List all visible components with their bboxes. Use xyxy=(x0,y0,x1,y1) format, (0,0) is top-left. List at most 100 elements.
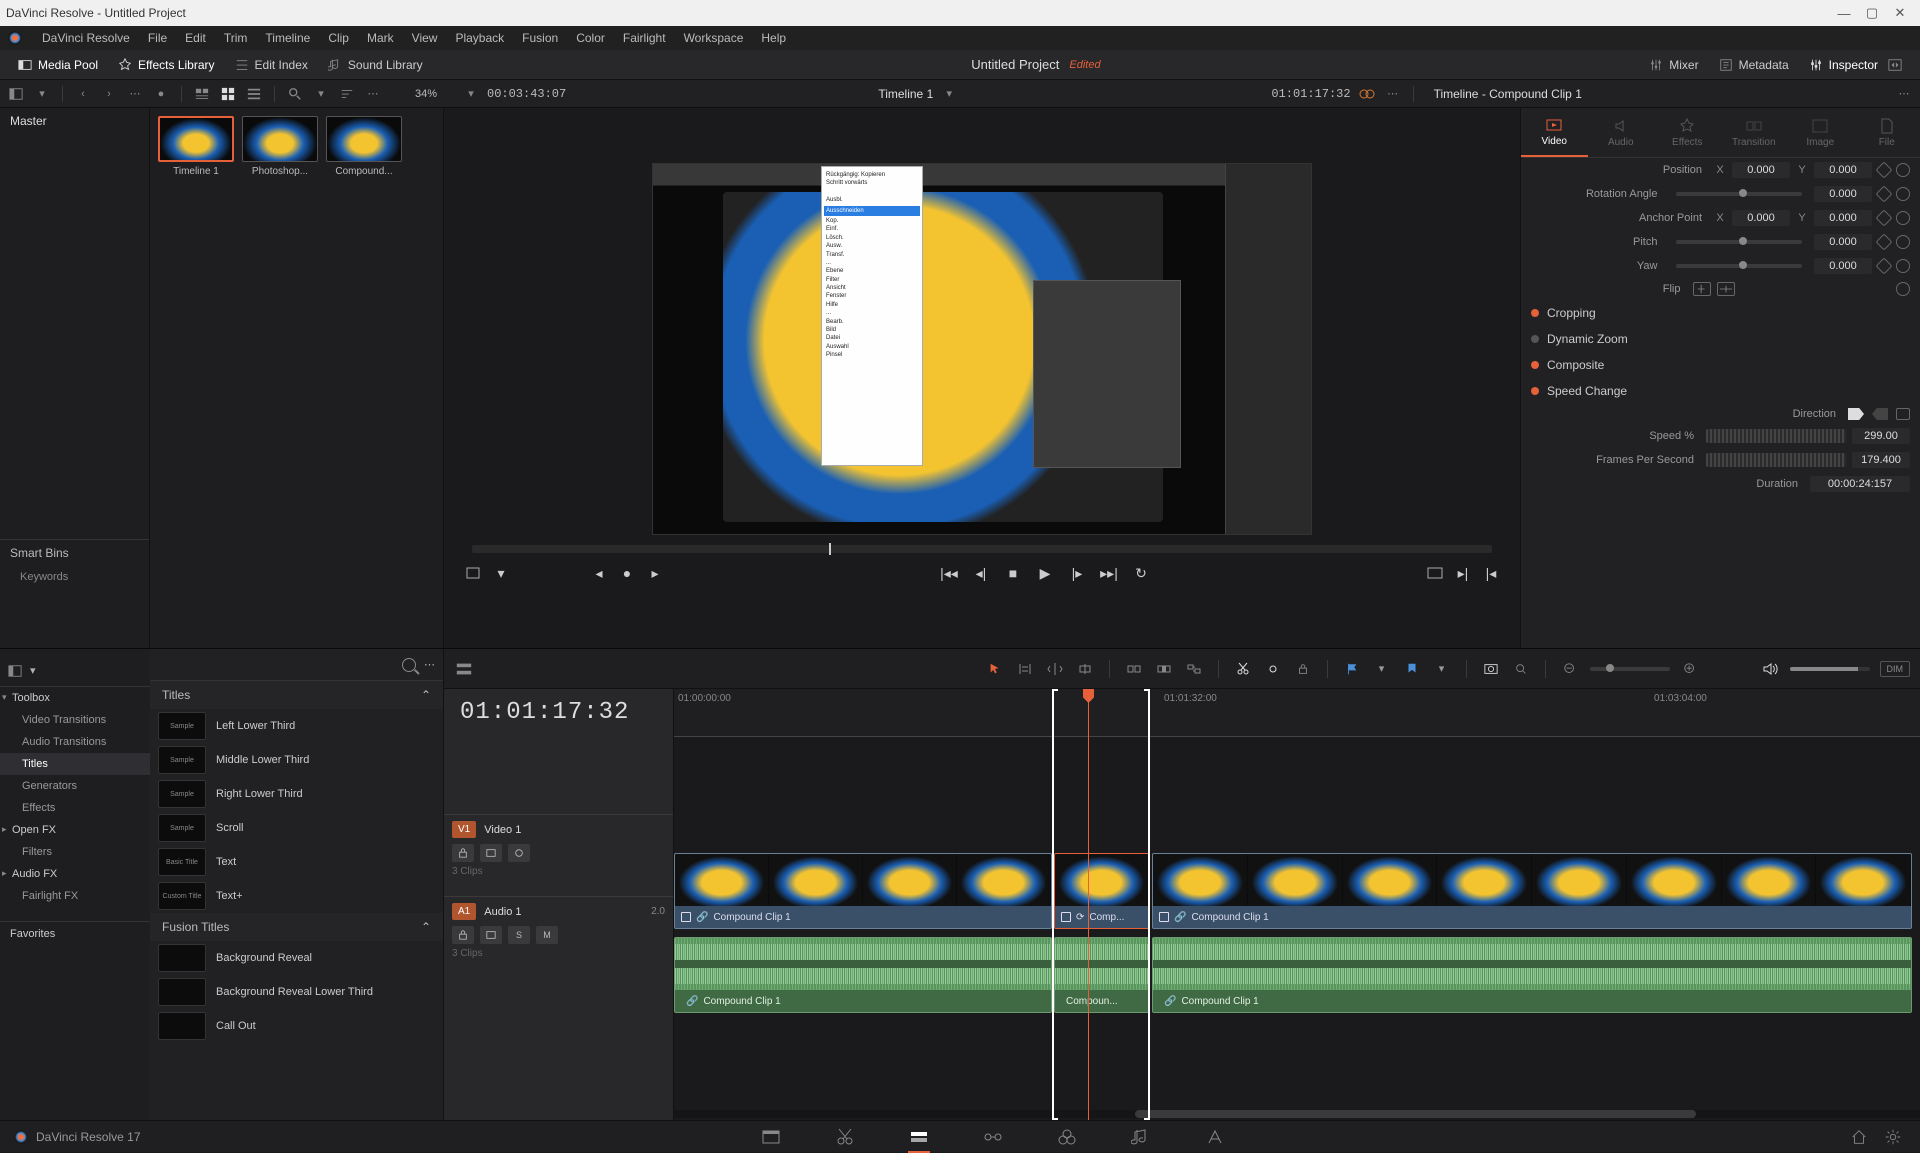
timeline-name[interactable]: Timeline 1 xyxy=(878,87,933,101)
tree-audiofx[interactable]: Audio FX xyxy=(0,863,150,885)
project-settings-button[interactable] xyxy=(1880,1126,1906,1148)
video-clip-selected[interactable]: ⟳Comp... xyxy=(1054,853,1150,929)
section-dynamic-zoom[interactable]: Dynamic Zoom xyxy=(1521,326,1920,352)
tree-fairlightfx[interactable]: Fairlight FX xyxy=(0,885,150,907)
menu-davinci[interactable]: DaVinci Resolve xyxy=(34,28,138,48)
audio-clip[interactable]: 🔗Compound Clip 1 xyxy=(1152,937,1912,1013)
home-button[interactable] xyxy=(1846,1126,1872,1148)
inspector-toggle[interactable]: Inspector xyxy=(1799,54,1888,76)
go-out-icon[interactable]: |◂ xyxy=(1482,564,1500,582)
match-frame-icon[interactable] xyxy=(1426,564,1444,582)
timeline-chevron-icon[interactable]: ▾ xyxy=(939,84,959,104)
anchor-y-input[interactable]: 0.000 xyxy=(1814,210,1872,226)
tree-video-transitions[interactable]: Video Transitions xyxy=(0,709,150,731)
reset-icon[interactable] xyxy=(1896,235,1910,249)
keyframe-icon[interactable] xyxy=(1876,186,1893,203)
out-point-bracket[interactable] xyxy=(1148,689,1150,1120)
inspector-tab-image[interactable]: Image xyxy=(1787,108,1854,157)
inspector-tab-effects[interactable]: Effects xyxy=(1654,108,1721,157)
metadata-toggle[interactable]: Metadata xyxy=(1709,54,1799,76)
video-track-header[interactable]: V1 Video 1 3 Clips xyxy=(444,814,673,896)
speaker-icon[interactable] xyxy=(1760,659,1780,679)
page-color[interactable] xyxy=(1054,1126,1080,1148)
viewer-crop-icon[interactable] xyxy=(464,564,482,582)
reset-icon[interactable] xyxy=(1896,163,1910,177)
menu-fairlight[interactable]: Fairlight xyxy=(615,28,674,48)
reset-icon[interactable] xyxy=(1896,259,1910,273)
menu-trim[interactable]: Trim xyxy=(216,28,256,48)
next-clip-button[interactable]: |▸ xyxy=(1068,564,1086,582)
tree-generators[interactable]: Generators xyxy=(0,775,150,797)
section-toggle-dot[interactable] xyxy=(1531,387,1539,395)
auto-select-icon[interactable] xyxy=(480,844,502,862)
keyframe-icon[interactable] xyxy=(1876,210,1893,227)
zoom-detail-icon[interactable] xyxy=(1511,659,1531,679)
dim-button[interactable]: DIM xyxy=(1880,661,1911,677)
menu-color[interactable]: Color xyxy=(568,28,613,48)
section-toggle-dot[interactable] xyxy=(1531,335,1539,343)
track-lock-icon[interactable] xyxy=(452,926,474,944)
speed-wheel[interactable] xyxy=(1706,429,1846,443)
pitch-slider[interactable] xyxy=(1676,240,1803,244)
nav-fwd-icon[interactable]: › xyxy=(99,84,119,104)
tree-audio-transitions[interactable]: Audio Transitions xyxy=(0,731,150,753)
more-icon[interactable]: ⋯ xyxy=(125,84,145,104)
window-minimize[interactable]: — xyxy=(1830,3,1858,23)
viewer-crop-chevron[interactable]: ▾ xyxy=(492,564,510,582)
section-toggle-dot[interactable] xyxy=(1531,309,1539,317)
blade-tool-icon[interactable] xyxy=(1075,659,1095,679)
flag-icon[interactable] xyxy=(1342,659,1362,679)
stop-button[interactable]: ■ xyxy=(1004,564,1022,582)
menu-edit[interactable]: Edit xyxy=(177,28,214,48)
track-tag-a1[interactable]: A1 xyxy=(452,903,476,920)
window-maximize[interactable]: ▢ xyxy=(1858,3,1886,23)
menu-mark[interactable]: Mark xyxy=(359,28,402,48)
audio-clip[interactable]: 🔗Compound Clip 1 xyxy=(674,937,1052,1013)
list-view-icon[interactable] xyxy=(244,84,264,104)
replace-clip-icon[interactable] xyxy=(1184,659,1204,679)
tree-openfx[interactable]: Open FX xyxy=(0,819,150,841)
inspector-tab-transition[interactable]: Transition xyxy=(1721,108,1788,157)
clip-thumbnail[interactable]: Timeline 1 xyxy=(158,116,234,177)
track-tag-v1[interactable]: V1 xyxy=(452,821,476,838)
zoom-chevron-icon[interactable]: ▾ xyxy=(461,84,481,104)
tree-toolbox[interactable]: Toolbox xyxy=(0,687,150,709)
tree-filters[interactable]: Filters xyxy=(0,841,150,863)
master-bin[interactable]: Master xyxy=(0,108,149,134)
page-deliver[interactable] xyxy=(1202,1126,1228,1148)
yaw-slider[interactable] xyxy=(1676,264,1803,268)
category-fusion-titles[interactable]: Fusion Titles⌃ xyxy=(150,913,443,941)
fx-item[interactable]: Basic TitleText xyxy=(150,845,443,879)
zoom-slider[interactable] xyxy=(1590,667,1670,671)
yaw-input[interactable]: 0.000 xyxy=(1814,258,1872,274)
clip-thumbnail[interactable]: Photoshop... xyxy=(242,116,318,177)
tree-titles[interactable]: Titles xyxy=(0,753,150,775)
direction-freeze-button[interactable] xyxy=(1896,408,1910,420)
reset-icon[interactable] xyxy=(1896,282,1910,296)
insert-clip-icon[interactable] xyxy=(1124,659,1144,679)
prev-clip-button[interactable]: ◂| xyxy=(972,564,990,582)
marker-chevron-icon[interactable]: ▾ xyxy=(1432,659,1452,679)
page-cut[interactable] xyxy=(832,1126,858,1148)
first-frame-button[interactable]: |◂◂ xyxy=(940,564,958,582)
chevron-down-icon[interactable]: ▾ xyxy=(30,664,36,677)
reset-icon[interactable] xyxy=(1896,187,1910,201)
solo-button[interactable]: S xyxy=(508,926,530,944)
flip-v-button[interactable] xyxy=(1717,282,1735,296)
scrollbar-thumb[interactable] xyxy=(1135,1110,1696,1118)
timeline-view-options-icon[interactable] xyxy=(454,659,474,679)
timeline-scrollbar[interactable] xyxy=(674,1110,1920,1118)
search-icon[interactable] xyxy=(402,658,416,672)
duration-input[interactable]: 00:00:24:157 xyxy=(1810,476,1910,492)
play-button[interactable]: ▶ xyxy=(1036,564,1054,582)
inspector-tab-file[interactable]: File xyxy=(1854,108,1920,157)
menu-fusion[interactable]: Fusion xyxy=(514,28,566,48)
section-composite[interactable]: Composite xyxy=(1521,352,1920,378)
fps-wheel[interactable] xyxy=(1706,453,1846,467)
page-fairlight[interactable] xyxy=(1128,1126,1154,1148)
section-cropping[interactable]: Cropping xyxy=(1521,300,1920,326)
section-speed-change[interactable]: Speed Change xyxy=(1521,378,1920,404)
keyframe-icon[interactable] xyxy=(1876,258,1893,275)
overwrite-clip-icon[interactable] xyxy=(1154,659,1174,679)
timeline-timecode[interactable]: 01:01:17:32 xyxy=(444,689,673,736)
